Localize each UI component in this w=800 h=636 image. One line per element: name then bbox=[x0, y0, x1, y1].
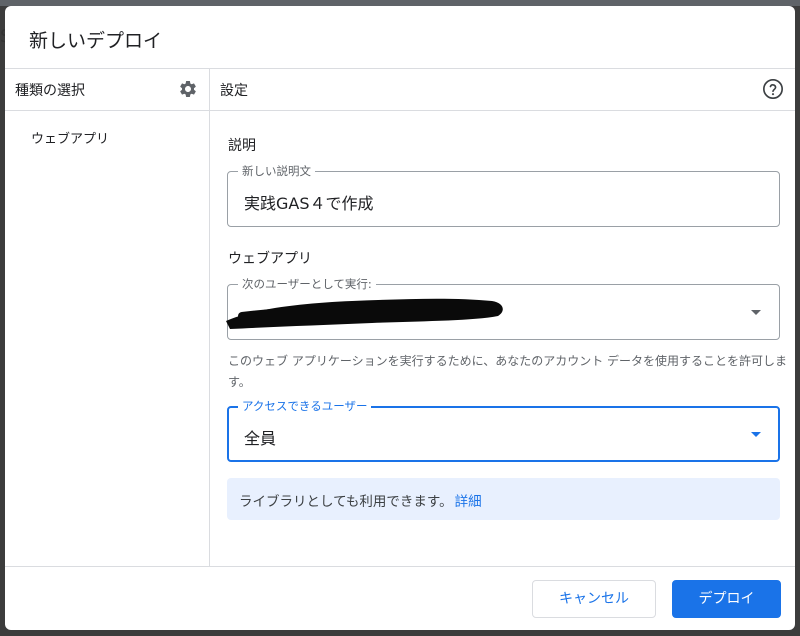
description-field[interactable]: 新しい説明文 実践GAS４で作成 bbox=[227, 163, 780, 227]
library-info-text: ライブラリとしても利用できます。 詳細 bbox=[239, 490, 482, 510]
type-selection-title: 種類の選択 bbox=[15, 83, 85, 99]
access-label: アクセスできるユーザー bbox=[238, 398, 372, 414]
type-item-webapp[interactable]: ウェブアプリ bbox=[31, 128, 109, 147]
dialog-footer: キャンセル デプロイ bbox=[5, 566, 795, 630]
execute-as-helper-text: このウェブ アプリケーションを実行するために、あなたのアカウント データを使用す… bbox=[228, 354, 788, 389]
settings-title: 設定 bbox=[220, 83, 248, 99]
library-info-message: ライブラリとしても利用できます。 bbox=[239, 494, 453, 510]
description-field-label: 新しい説明文 bbox=[238, 163, 315, 179]
description-section-label: 説明 bbox=[228, 138, 256, 154]
settings-pane: 設定 説明 新しい説明文 実践GAS４で作成 ウェブアプリ 次のユーザーとして実… bbox=[210, 68, 795, 566]
webapp-section-label: ウェブアプリ bbox=[228, 251, 312, 267]
cancel-button[interactable]: キャンセル bbox=[532, 580, 656, 618]
type-selection-pane: 種類の選択 ウェブアプリ bbox=[5, 68, 210, 566]
chevron-down-icon bbox=[751, 310, 761, 315]
help-circle-icon[interactable] bbox=[762, 78, 784, 100]
dialog-title: 新しいデプロイ bbox=[29, 30, 163, 52]
dialog-header: 新しいデプロイ bbox=[5, 6, 795, 69]
access-value: 全員 bbox=[244, 429, 277, 448]
settings-header: 設定 bbox=[210, 68, 795, 111]
access-select[interactable]: アクセスできるユーザー 全員 bbox=[227, 398, 780, 462]
chevron-down-icon bbox=[751, 432, 761, 437]
type-selection-header: 種類の選択 bbox=[5, 68, 209, 111]
library-info-box: ライブラリとしても利用できます。 詳細 bbox=[227, 478, 780, 520]
gear-icon[interactable] bbox=[178, 79, 198, 99]
execute-as-label: 次のユーザーとして実行: bbox=[238, 276, 376, 292]
redaction-mark bbox=[226, 298, 503, 329]
execute-as-select[interactable]: 次のユーザーとして実行: bbox=[226, 276, 780, 340]
new-deployment-dialog: 新しいデプロイ 種類の選択 ウェブアプリ 設定 説明 新しい説明文 実践GAS４… bbox=[5, 6, 795, 630]
description-field-value: 実践GAS４で作成 bbox=[244, 194, 374, 213]
deploy-button[interactable]: デプロイ bbox=[672, 580, 781, 618]
learn-more-link[interactable]: 詳細 bbox=[455, 494, 482, 510]
